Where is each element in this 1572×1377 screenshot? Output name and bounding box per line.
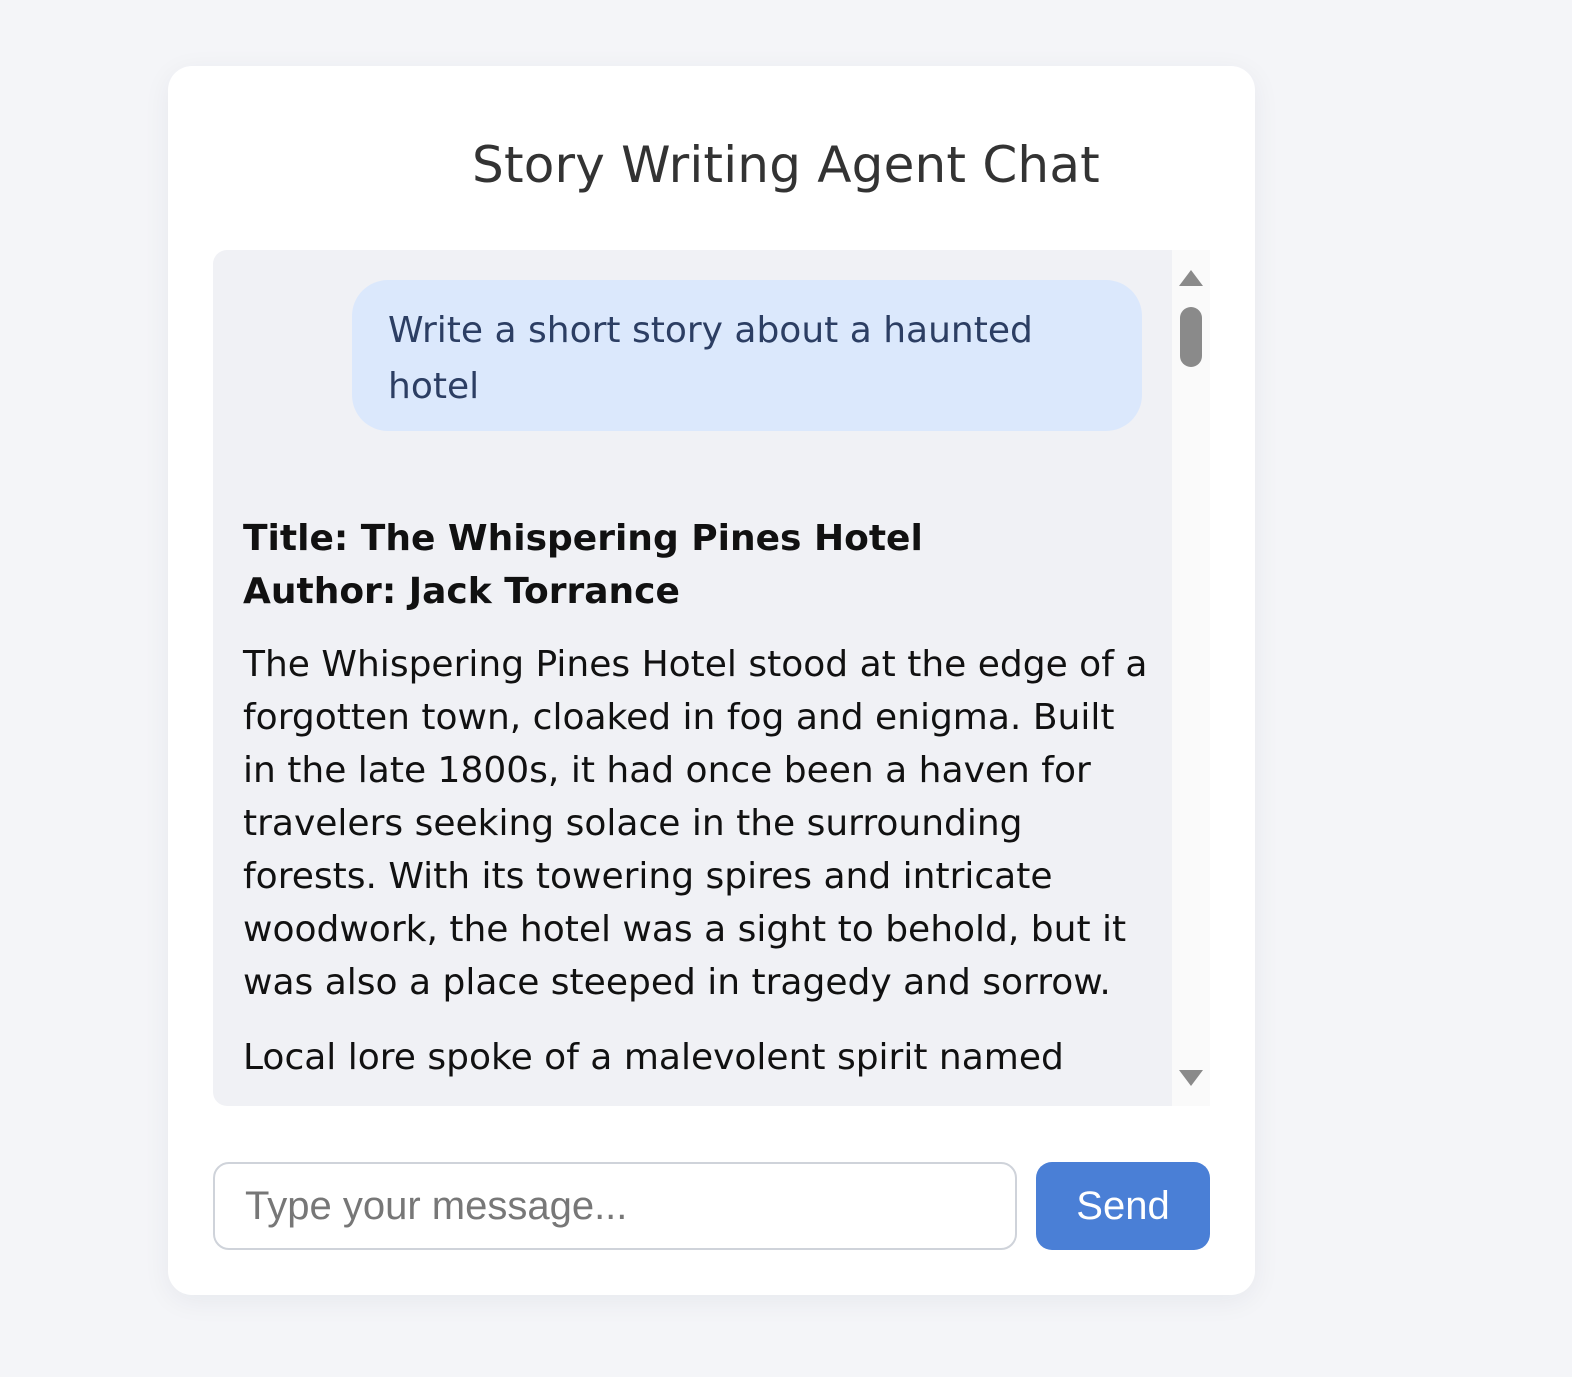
chat-messages-viewport: Write a short story about a haunted hote… [213,250,1172,1106]
scroll-up-arrow-icon[interactable] [1179,270,1203,286]
story-paragraph: Local lore spoke of a malevolent spirit … [243,1037,1064,1078]
story-title: Title: The Whispering Pines Hotel [243,518,923,559]
story-paragraph: The Whispering Pines Hotel stood at the … [243,644,1148,1003]
agent-message: Title: The Whispering Pines Hotel Author… [243,512,1148,1106]
chat-scrollbar[interactable] [1172,250,1210,1106]
send-button[interactable]: Send [1036,1162,1210,1250]
user-message-bubble: Write a short story about a haunted hote… [352,280,1142,431]
scroll-down-arrow-icon[interactable] [1179,1070,1203,1086]
scrollbar-thumb[interactable] [1180,307,1202,367]
story-author: Author: Jack Torrance [243,571,680,612]
message-input[interactable] [213,1162,1017,1250]
story-header: Title: The Whispering Pines Hotel Author… [243,512,1148,618]
chat-messages-panel[interactable]: Write a short story about a haunted hote… [213,250,1210,1106]
page-title: Story Writing Agent Chat [472,136,1100,194]
